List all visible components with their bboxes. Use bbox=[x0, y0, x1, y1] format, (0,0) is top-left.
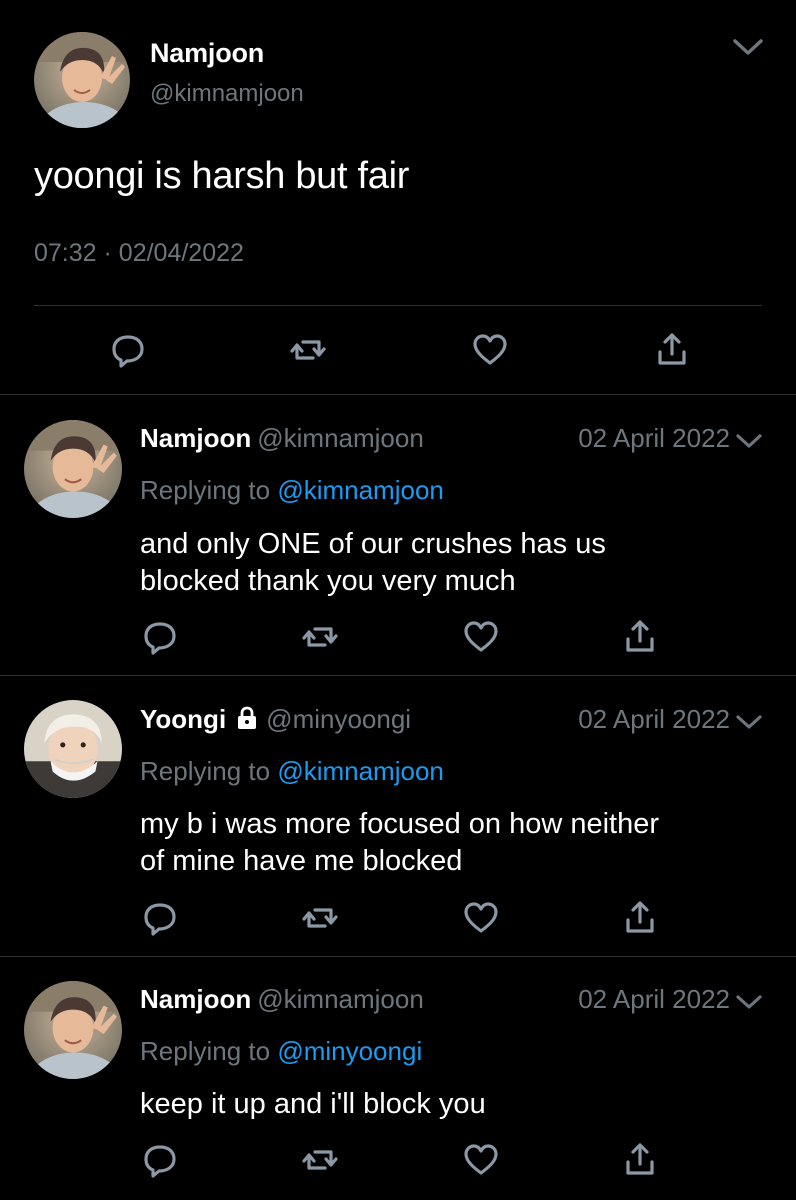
reply-tweet[interactable]: Namjoon @kimnamjoon 02 April 2022 Replyin… bbox=[0, 956, 796, 1200]
author-handle[interactable]: @kimnamjoon bbox=[257, 984, 424, 1014]
author-handle[interactable]: @minyoongi bbox=[266, 704, 411, 734]
tweet-text: yoongi is harsh but fair bbox=[34, 155, 410, 197]
like-icon[interactable] bbox=[461, 617, 501, 657]
chevron-down-icon[interactable] bbox=[734, 991, 764, 1013]
author-name[interactable]: Yoongi bbox=[140, 704, 226, 734]
tweet-thread-page: Namjoon @kimnamjoon yoongi is harsh but … bbox=[0, 0, 796, 1200]
like-icon[interactable] bbox=[470, 330, 510, 370]
reply-text: my b i was more focused on how neither o… bbox=[140, 806, 760, 880]
reply-tweet[interactable]: Yoongi @minyoongi 02 April 2022 Replying … bbox=[0, 676, 796, 957]
reply-text-line: and only ONE of our crushes has us bbox=[140, 528, 606, 560]
retweet-icon[interactable] bbox=[300, 898, 340, 938]
replying-to-label: Replying to bbox=[140, 475, 271, 505]
retweet-icon[interactable] bbox=[300, 1140, 340, 1180]
replying-to: Replying to @kimnamjoon bbox=[140, 475, 444, 506]
like-icon[interactable] bbox=[461, 898, 501, 938]
replying-to-label: Replying to bbox=[140, 756, 271, 786]
author-name[interactable]: Namjoon bbox=[140, 984, 251, 1014]
avatar-namjoon-image bbox=[24, 981, 122, 1079]
tweet-actions bbox=[0, 330, 796, 374]
avatar[interactable] bbox=[24, 981, 122, 1079]
avatar-yoongi-image bbox=[24, 700, 122, 798]
reply-date: 02 April 2022 bbox=[578, 704, 730, 734]
share-icon[interactable] bbox=[652, 330, 692, 370]
reply-text: keep it up and i'll block you bbox=[140, 1086, 760, 1123]
mention-link[interactable]: @minyoongi bbox=[277, 1036, 422, 1066]
avatar[interactable] bbox=[24, 700, 122, 798]
meta-separator: · bbox=[103, 239, 112, 267]
replying-to-label: Replying to bbox=[140, 1036, 271, 1066]
avatar[interactable] bbox=[24, 420, 122, 518]
chevron-down-icon[interactable] bbox=[734, 430, 764, 452]
reply-text-line: blocked thank you very much bbox=[140, 565, 516, 597]
author-handle[interactable]: @kimnamjoon bbox=[257, 423, 424, 453]
chevron-down-icon[interactable] bbox=[734, 711, 764, 733]
retweet-icon[interactable] bbox=[288, 330, 328, 370]
replying-to: Replying to @minyoongi bbox=[140, 1036, 422, 1067]
mention-link[interactable]: @kimnamjoon bbox=[277, 756, 444, 786]
reply-header: Namjoon @kimnamjoon bbox=[140, 423, 424, 454]
main-tweet: Namjoon @kimnamjoon yoongi is harsh but … bbox=[0, 0, 796, 395]
reply-text-line: of mine have me blocked bbox=[140, 845, 463, 877]
chevron-down-icon[interactable] bbox=[730, 34, 766, 60]
mention-link[interactable]: @kimnamjoon bbox=[277, 475, 444, 505]
reply-tweet[interactable]: Namjoon @kimnamjoon 02 April 2022 Replyin… bbox=[0, 395, 796, 676]
share-icon[interactable] bbox=[620, 898, 660, 938]
replying-to: Replying to @kimnamjoon bbox=[140, 756, 444, 787]
tweet-time: 07:32 bbox=[34, 239, 97, 267]
avatar-namjoon-image bbox=[34, 32, 130, 128]
retweet-icon[interactable] bbox=[300, 617, 340, 657]
divider bbox=[34, 305, 762, 306]
reply-text-line: my b i was more focused on how neither bbox=[140, 808, 660, 840]
reply-header: Yoongi @minyoongi bbox=[140, 704, 411, 735]
avatar-namjoon-image bbox=[24, 420, 122, 518]
reply-icon[interactable] bbox=[140, 617, 180, 657]
author-name[interactable]: Namjoon bbox=[150, 38, 264, 69]
lock-icon bbox=[234, 705, 260, 731]
reply-date: 02 April 2022 bbox=[578, 984, 730, 1014]
avatar[interactable] bbox=[34, 32, 130, 128]
reply-date: 02 April 2022 bbox=[578, 423, 730, 453]
reply-icon[interactable] bbox=[108, 330, 148, 370]
reply-header: Namjoon @kimnamjoon bbox=[140, 984, 424, 1015]
author-name[interactable]: Namjoon bbox=[140, 423, 251, 453]
share-icon[interactable] bbox=[620, 617, 660, 657]
reply-text-line: keep it up and i'll block you bbox=[140, 1088, 486, 1120]
author-handle[interactable]: @kimnamjoon bbox=[150, 80, 304, 108]
share-icon[interactable] bbox=[620, 1140, 660, 1180]
reply-icon[interactable] bbox=[140, 1140, 180, 1180]
reply-icon[interactable] bbox=[140, 898, 180, 938]
like-icon[interactable] bbox=[461, 1140, 501, 1180]
tweet-timestamp: 07:32 · 02/04/2022 bbox=[34, 239, 244, 268]
tweet-date: 02/04/2022 bbox=[118, 239, 244, 267]
reply-text: and only ONE of our crushes has us block… bbox=[140, 526, 760, 600]
